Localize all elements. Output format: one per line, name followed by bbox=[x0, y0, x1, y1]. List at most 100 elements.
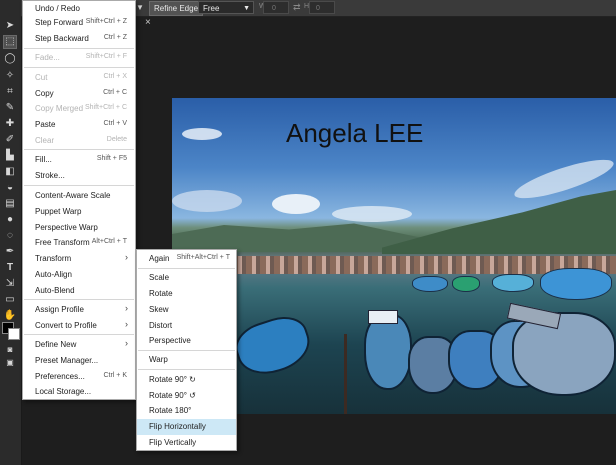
menu-item-label: Stroke... bbox=[35, 171, 65, 180]
menu-item-define-new[interactable]: Define New › bbox=[23, 337, 135, 353]
background-color-swatch[interactable] bbox=[8, 328, 20, 340]
menu-item-copy[interactable]: Copy Ctrl + C bbox=[23, 86, 135, 102]
cloud bbox=[272, 194, 320, 214]
pen-tool-icon[interactable]: ✒ bbox=[3, 245, 17, 259]
menu-item-label: Step Backward bbox=[35, 34, 89, 43]
height-input[interactable]: 0 bbox=[309, 1, 335, 14]
menu-item-label: Copy Merged bbox=[35, 104, 84, 113]
move-tool-icon[interactable]: ➤ bbox=[3, 19, 17, 33]
menu-item-label: Rotate 180° bbox=[149, 406, 192, 415]
blur-tool-icon[interactable]: ● bbox=[3, 213, 17, 227]
screen-mode-icon[interactable]: ▣ bbox=[3, 356, 17, 370]
sponge-tool-icon[interactable]: ◌ bbox=[3, 229, 17, 243]
menu-item-label: Rotate 90° ↺ bbox=[149, 391, 196, 400]
menu-item-content-aware-scale[interactable]: Content-Aware Scale bbox=[23, 188, 135, 204]
magic-wand-tool-icon[interactable]: ✧ bbox=[3, 69, 17, 83]
menu-item-label: Copy bbox=[35, 89, 54, 98]
menu-item-preset-manager[interactable]: Preset Manager... bbox=[23, 353, 135, 369]
menu-item-label: Define New bbox=[35, 340, 77, 349]
menu-item-label: Fade... bbox=[35, 53, 60, 62]
chevron-right-icon: › bbox=[125, 303, 128, 313]
chevron-right-icon: › bbox=[125, 319, 128, 329]
menu-item-rotate[interactable]: Rotate bbox=[137, 286, 236, 302]
tool-preset-dropdown-icon[interactable]: ▼ bbox=[136, 3, 144, 12]
menu-item-label: Preferences... bbox=[35, 372, 85, 381]
menu-item-step-backward[interactable]: Step Backward Ctrl + Z bbox=[23, 31, 135, 47]
menu-item-label: Rotate bbox=[149, 289, 173, 298]
menu-item-preferences[interactable]: Preferences... Ctrl + K bbox=[23, 369, 135, 385]
menu-item-distort[interactable]: Distort bbox=[137, 318, 236, 334]
chevron-down-icon: ▼ bbox=[243, 5, 250, 12]
menu-separator bbox=[24, 67, 134, 68]
menu-separator bbox=[24, 185, 134, 186]
bucket-tool-icon[interactable]: ◒ bbox=[3, 181, 17, 195]
menu-item-again[interactable]: Again Shift+Alt+Ctrl + T bbox=[137, 251, 236, 267]
menu-item-label: Auto-Blend bbox=[35, 286, 75, 295]
path-select-tool-icon[interactable]: ⇲ bbox=[3, 277, 17, 291]
menu-item-label: Flip Vertically bbox=[149, 438, 197, 447]
menu-item-flip-vertically[interactable]: Flip Vertically bbox=[137, 435, 236, 451]
menu-item-label: Step Forward bbox=[35, 18, 84, 27]
menu-item-label: Puppet Warp bbox=[35, 207, 82, 216]
width-input[interactable]: 0 bbox=[263, 1, 289, 14]
menu-item-stroke[interactable]: Stroke... bbox=[23, 168, 135, 184]
menu-item-label: Perspective Warp bbox=[35, 223, 98, 232]
crop-tool-icon[interactable]: ⌗ bbox=[3, 85, 17, 99]
stamp-tool-icon[interactable]: ▙ bbox=[3, 149, 17, 163]
menu-item-clear: Clear Delete bbox=[23, 133, 135, 149]
menu-item-rotate-90-cw[interactable]: Rotate 90° ↻ bbox=[137, 372, 236, 388]
menu-item-fade: Fade... Shift+Ctrl + F bbox=[23, 50, 135, 66]
eraser-tool-icon[interactable]: ◧ bbox=[3, 165, 17, 179]
menu-item-free-transform[interactable]: Free Transform Alt+Ctrl + T bbox=[23, 235, 135, 251]
menu-item-fill[interactable]: Fill... Shift + F5 bbox=[23, 152, 135, 168]
menu-item-warp[interactable]: Warp bbox=[137, 352, 236, 368]
menu-item-label: Scale bbox=[149, 273, 170, 282]
menu-item-auto-blend[interactable]: Auto-Blend bbox=[23, 283, 135, 299]
style-select[interactable]: Free ▼ bbox=[198, 1, 254, 14]
menu-item-label: Warp bbox=[149, 355, 168, 364]
menu-item-local-storage[interactable]: Local Storage... bbox=[23, 384, 135, 400]
menu-item-puppet-warp[interactable]: Puppet Warp bbox=[23, 204, 135, 220]
refine-edge-button[interactable]: Refine Edge bbox=[149, 1, 204, 16]
gradient-tool-icon[interactable]: ▤ bbox=[3, 197, 17, 211]
menu-item-label: Auto-Align bbox=[35, 270, 72, 279]
eyedropper-tool-icon[interactable]: ✎ bbox=[3, 101, 17, 115]
text-tool-icon[interactable]: T bbox=[3, 261, 17, 275]
transform-submenu: Again Shift+Alt+Ctrl + T Scale Rotate Ske… bbox=[136, 249, 237, 451]
menu-separator bbox=[138, 369, 235, 370]
menu-item-label: Convert to Profile bbox=[35, 321, 97, 330]
menu-item-copy-merged: Copy Merged Shift+Ctrl + C bbox=[23, 101, 135, 117]
menu-item-label: Flip Horizontally bbox=[149, 422, 206, 431]
menu-item-shortcut: Shift+Alt+Ctrl + T bbox=[176, 254, 230, 261]
menu-item-perspective[interactable]: Perspective bbox=[137, 333, 236, 349]
document-canvas[interactable]: Angela LEE bbox=[172, 98, 616, 414]
menu-item-skew[interactable]: Skew bbox=[137, 302, 236, 318]
cloud bbox=[332, 206, 412, 222]
swap-dimensions-icon[interactable]: ⇄ bbox=[293, 2, 301, 13]
menu-item-rotate-90-ccw[interactable]: Rotate 90° ↺ bbox=[137, 388, 236, 404]
shape-tool-icon[interactable]: ▭ bbox=[3, 293, 17, 307]
quick-mask-icon[interactable]: ◙ bbox=[3, 343, 17, 357]
menu-item-convert-to-profile[interactable]: Convert to Profile › bbox=[23, 318, 135, 334]
menu-item-perspective-warp[interactable]: Perspective Warp bbox=[23, 220, 135, 236]
menu-item-auto-align[interactable]: Auto-Align bbox=[23, 267, 135, 283]
brush-tool-icon[interactable]: ✐ bbox=[3, 133, 17, 147]
menu-item-shortcut: Shift+Ctrl + C bbox=[84, 104, 127, 111]
menu-item-transform[interactable]: Transform › bbox=[23, 251, 135, 267]
menu-item-scale[interactable]: Scale bbox=[137, 270, 236, 286]
menu-item-step-forward[interactable]: Step Forward Shift+Ctrl + Z bbox=[23, 15, 135, 31]
menu-item-paste[interactable]: Paste Ctrl + V bbox=[23, 117, 135, 133]
menu-item-cut: Cut Ctrl + X bbox=[23, 70, 135, 86]
menu-item-rotate-180[interactable]: Rotate 180° bbox=[137, 403, 236, 419]
menu-item-flip-horizontally[interactable]: Flip Horizontally bbox=[137, 419, 236, 435]
hand-tool-icon[interactable]: ✋ bbox=[3, 309, 17, 323]
healing-tool-icon[interactable]: ✚ bbox=[3, 117, 17, 131]
menu-item-label: Transform bbox=[35, 254, 72, 263]
menu-item-shortcut: Ctrl + Z bbox=[103, 34, 127, 41]
menu-item-shortcut: Alt+Ctrl + T bbox=[91, 238, 127, 245]
close-document-icon[interactable]: × bbox=[145, 17, 151, 28]
lasso-tool-icon[interactable]: ◯ bbox=[3, 52, 17, 66]
rect-select-tool-icon[interactable]: ⬚ bbox=[3, 35, 17, 49]
menu-separator bbox=[24, 48, 134, 49]
menu-item-assign-profile[interactable]: Assign Profile › bbox=[23, 302, 135, 318]
